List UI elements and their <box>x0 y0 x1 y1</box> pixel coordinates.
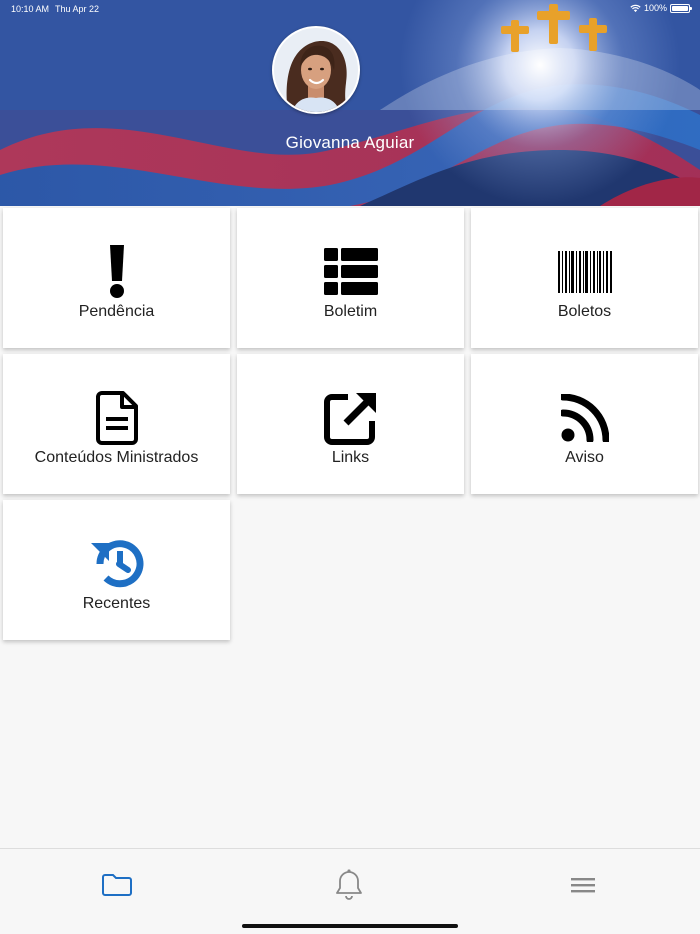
barcode-icon <box>557 251 612 293</box>
rss-icon <box>560 394 609 442</box>
bell-icon <box>336 869 362 900</box>
tile-label: Conteúdos Ministrados <box>34 449 199 466</box>
table-list-icon <box>323 248 378 295</box>
external-link-icon <box>323 393 376 445</box>
header-background <box>0 0 700 206</box>
battery-percent: 100% <box>643 3 667 13</box>
avatar[interactable] <box>272 26 360 114</box>
status-time: 10:10 AM <box>11 4 50 14</box>
bottom-nav <box>0 848 700 934</box>
status-date: Thu Apr 22 <box>55 4 100 14</box>
home-indicator[interactable] <box>242 924 458 928</box>
user-name: Giovanna Aguiar <box>285 133 415 152</box>
tile-aviso[interactable]: Aviso <box>471 354 698 494</box>
profile-photo <box>274 28 358 112</box>
tile-label: Boletos <box>557 303 612 320</box>
tile-boletim[interactable]: Boletim <box>237 208 464 348</box>
history-icon <box>90 540 143 588</box>
profile-header: 10:10 AM Thu Apr 22 100% Giovanna Aguiar <box>0 0 700 206</box>
tile-label: Recentes <box>82 595 151 612</box>
tab-notifications[interactable] <box>329 869 369 901</box>
tile-label: Links <box>331 449 370 466</box>
tile-recentes[interactable]: Recentes <box>3 500 230 640</box>
hamburger-menu-icon <box>571 878 595 893</box>
status-bar: 10:10 AM Thu Apr 22 100% <box>0 0 700 18</box>
tile-label: Boletim <box>323 303 378 320</box>
tile-label: Aviso <box>565 449 604 466</box>
wifi-icon <box>630 4 641 12</box>
battery-icon <box>670 3 692 13</box>
folder-icon <box>102 874 132 896</box>
tab-folder[interactable] <box>97 869 137 901</box>
app-screen: 10:10 AM Thu Apr 22 100% Giovanna Aguiar… <box>0 0 700 934</box>
exclamation-icon <box>109 245 124 298</box>
tile-label: Pendência <box>78 303 155 320</box>
tile-links[interactable]: Links <box>237 354 464 494</box>
tab-menu[interactable] <box>563 869 603 901</box>
document-icon <box>95 391 138 445</box>
tile-conteudos-ministrados[interactable]: Conteúdos Ministrados <box>3 354 230 494</box>
tile-pendencia[interactable]: Pendência <box>3 208 230 348</box>
tile-boletos[interactable]: Boletos <box>471 208 698 348</box>
status-indicators: 100% <box>630 3 692 13</box>
